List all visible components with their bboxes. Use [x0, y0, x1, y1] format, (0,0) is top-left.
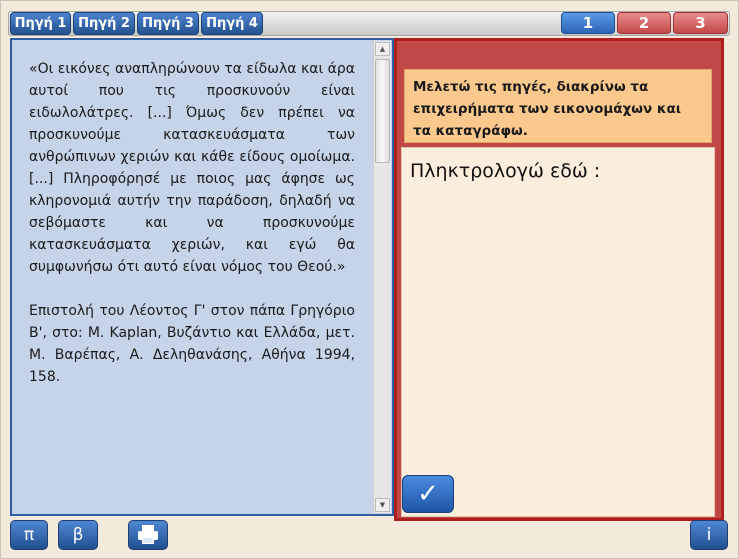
source-citation: Επιστολή του Λέοντος Γ' στον πάπα Γρηγόρ… — [29, 303, 355, 385]
info-button[interactable]: i — [690, 520, 728, 550]
check-button[interactable]: ✓ — [402, 475, 454, 513]
scroll-thumb[interactable] — [375, 59, 390, 163]
pi-button[interactable]: π — [10, 520, 48, 550]
scroll-up-arrow-icon[interactable]: ▲ — [375, 42, 390, 56]
answer-input[interactable]: Πληκτρολογώ εδώ : — [401, 147, 715, 517]
source-scrollbar[interactable]: ▲ ▼ — [373, 41, 391, 513]
checkmark-icon: ✓ — [417, 479, 439, 509]
tab-source-3[interactable]: Πηγή 3 — [137, 12, 199, 35]
source-text: «Οι εικόνες αναπληρώνουν τα είδωλα και ά… — [29, 58, 355, 410]
tab-source-1[interactable]: Πηγή 1 — [10, 12, 71, 35]
page-button-1[interactable]: 1 — [561, 12, 615, 34]
work-panel: Μελετώ τις πηγές, διακρίνω τα επιχειρήμα… — [394, 38, 724, 521]
source-panel: «Οι εικόνες αναπληρώνουν τα είδωλα και ά… — [10, 38, 394, 516]
beta-button[interactable]: β — [58, 520, 98, 550]
scroll-down-arrow-icon[interactable]: ▼ — [375, 498, 390, 512]
tab-source-2[interactable]: Πηγή 2 — [73, 12, 135, 35]
print-button[interactable] — [128, 520, 168, 550]
page-button-2[interactable]: 2 — [617, 12, 671, 34]
printer-icon — [137, 525, 159, 545]
page-button-3[interactable]: 3 — [673, 12, 728, 34]
task-instruction: Μελετώ τις πηγές, διακρίνω τα επιχειρήμα… — [404, 69, 712, 143]
source-quote: «Οι εικόνες αναπληρώνουν τα είδωλα και ά… — [29, 61, 355, 275]
tab-source-4[interactable]: Πηγή 4 — [201, 12, 263, 35]
answer-label: Πληκτρολογώ εδώ : — [410, 160, 601, 182]
